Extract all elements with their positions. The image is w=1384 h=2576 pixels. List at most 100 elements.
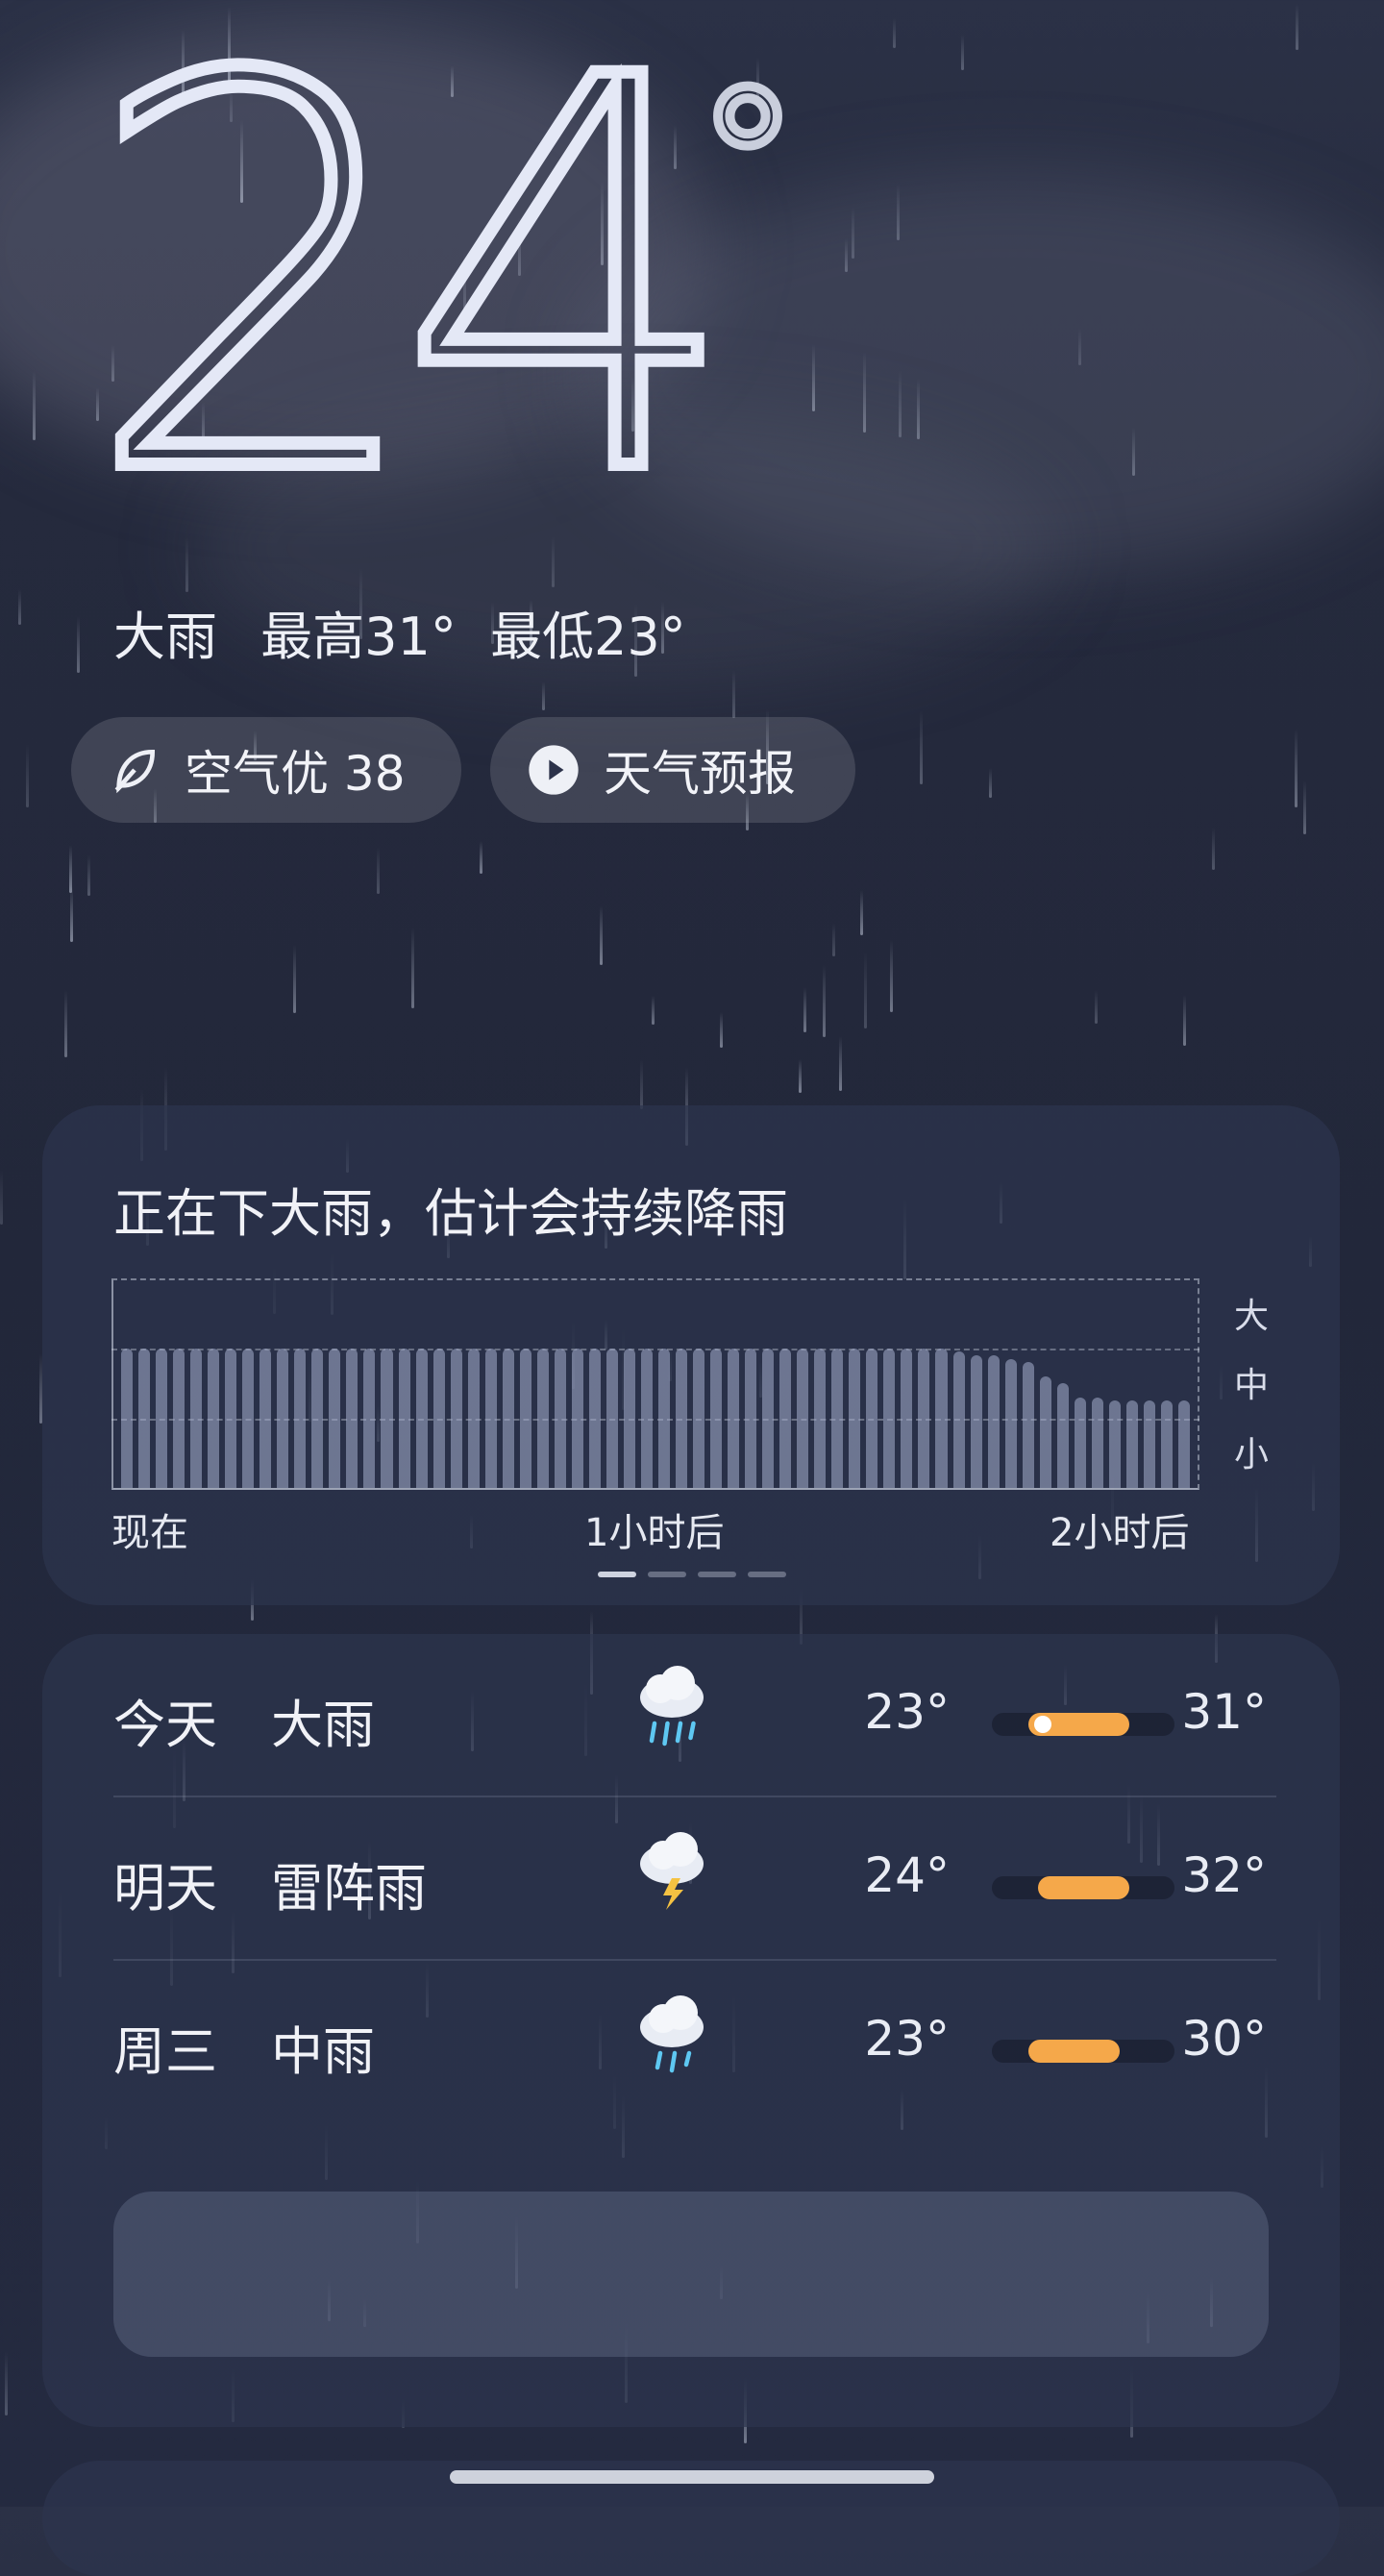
precip-bar [208, 1348, 220, 1488]
raindrop-streak [33, 371, 36, 440]
raindrop-streak [600, 905, 603, 965]
temp-range-bar [992, 2040, 1174, 2063]
precip-bar [588, 1348, 601, 1488]
precip-bar [346, 1348, 358, 1488]
precip-bar [606, 1348, 618, 1488]
today-summary: 大雨 最高31° 最低23° [113, 594, 713, 670]
temperature-value: 24 [78, 0, 748, 592]
time-label-now: 现在 [111, 1511, 188, 1555]
raindrop-streak [989, 768, 992, 798]
more-forecast-button[interactable] [113, 2192, 1269, 2357]
forecast-row-wednesday[interactable]: 周三 中雨 23° 30° [113, 1961, 1276, 2122]
precip-bar [138, 1348, 151, 1488]
precip-bar [883, 1348, 896, 1488]
raindrop-streak [893, 18, 896, 48]
page-dot[interactable] [748, 1572, 786, 1577]
raindrop-streak [0, 1170, 3, 1225]
forecast-row-today[interactable]: 今天 大雨 23° 31° [113, 1634, 1276, 1796]
precip-bar [693, 1348, 705, 1488]
raindrop-streak [863, 352, 866, 433]
level-light: 小 [1234, 1435, 1270, 1474]
raindrop-streak [652, 996, 655, 1025]
raindrop-streak [890, 940, 893, 1012]
raindrop-streak [480, 841, 482, 874]
precip-bar [987, 1354, 1000, 1488]
time-label-1h: 1小时后 [584, 1511, 725, 1555]
precipitation-bars [121, 1278, 1190, 1488]
precip-bar [623, 1348, 635, 1488]
precip-bar [450, 1348, 462, 1488]
air-quality-button[interactable]: 空气优 38 [71, 717, 461, 823]
precip-bar [398, 1348, 410, 1488]
page-dot[interactable] [648, 1572, 686, 1577]
weather-forecast-button[interactable]: 天气预报 [490, 717, 855, 823]
raindrop-streak [1303, 780, 1306, 834]
raindrop-streak [832, 923, 835, 956]
precip-bar [363, 1348, 376, 1488]
precip-bar [849, 1348, 861, 1488]
raindrop-streak [920, 710, 923, 784]
raindrop-streak [87, 855, 90, 896]
raindrop-streak [377, 847, 380, 894]
condition-label: 中雨 [271, 2021, 375, 2082]
raindrop-streak [845, 238, 848, 272]
level-heavy: 大 [1234, 1297, 1270, 1336]
raindrop-streak [5, 2351, 8, 2415]
precip-bar [657, 1348, 670, 1488]
raindrop-streak [1296, 4, 1298, 50]
forecast-row-tomorrow[interactable]: 明天 雷阵雨 24° 32° [113, 1797, 1276, 1959]
raindrop-streak [1212, 828, 1215, 870]
page-dot[interactable] [698, 1572, 736, 1577]
precip-bar [866, 1348, 878, 1488]
temp-range-bar [992, 1876, 1174, 1899]
precipitation-card[interactable]: 正在下大雨，估计会持续降雨 大 中 小 现在 1小时后 2小时后 [42, 1105, 1340, 1605]
page-dot[interactable] [598, 1572, 636, 1577]
page-indicator[interactable] [598, 1572, 786, 1577]
raindrop-streak [26, 744, 29, 807]
precipitation-chart [111, 1278, 1199, 1490]
precip-bar [173, 1348, 185, 1488]
temp-range-bar [992, 1713, 1174, 1736]
precip-bar [728, 1348, 740, 1488]
raindrop-streak [803, 987, 806, 1032]
raindrop-streak [839, 1036, 842, 1091]
precip-bar [432, 1348, 445, 1488]
current-temperature: 24 ° [78, 0, 801, 592]
precip-bar [918, 1348, 930, 1488]
heavy-rain-icon [640, 1666, 704, 1746]
precip-bar [640, 1348, 653, 1488]
raindrop-streak [860, 890, 863, 935]
raindrop-streak [542, 681, 545, 710]
raindrop-streak [961, 35, 964, 70]
precip-bar [225, 1348, 237, 1488]
precip-bar [1074, 1397, 1086, 1488]
low-temp: 24° [864, 1847, 950, 1903]
temp-range-fill [1037, 1876, 1129, 1899]
raindrop-streak [720, 1012, 723, 1048]
precip-bar [502, 1348, 514, 1488]
raindrop-streak [732, 670, 735, 718]
low-temp: 23° [864, 2011, 950, 2067]
precip-bar [260, 1348, 272, 1488]
raindrop-streak [293, 945, 296, 1013]
precip-bar [467, 1348, 480, 1488]
today-low: 最低23° [490, 607, 686, 667]
precip-bar [1108, 1400, 1121, 1488]
home-indicator[interactable] [450, 2470, 934, 2484]
raindrop-streak [64, 990, 67, 1057]
low-temp: 23° [864, 1684, 950, 1740]
precip-bar [831, 1348, 844, 1488]
day-label: 今天 [113, 1695, 217, 1755]
precipitation-summary: 正在下大雨，估计会持续降雨 [113, 1183, 788, 1244]
current-condition: 大雨 [113, 607, 217, 667]
raindrop-streak [823, 965, 826, 1037]
precip-bar [952, 1351, 965, 1488]
precip-bar [676, 1348, 688, 1488]
precip-bar [311, 1348, 324, 1488]
condition-label: 雷阵雨 [271, 1858, 427, 1919]
raindrop-streak [640, 1059, 643, 1109]
raindrop-streak [852, 207, 854, 259]
precip-bar [519, 1348, 531, 1488]
precip-bar [1160, 1400, 1173, 1488]
high-temp: 31° [1181, 1684, 1267, 1740]
